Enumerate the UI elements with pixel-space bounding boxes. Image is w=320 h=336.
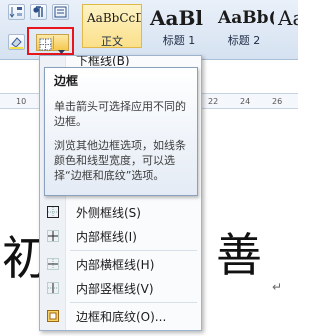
inside-vertical-border-icon: [46, 281, 60, 295]
style-label: 标题 1: [162, 34, 196, 47]
show-hide-marks-icon[interactable]: [30, 4, 47, 20]
outside-borders-icon: [46, 205, 60, 219]
ruler-number: 10: [16, 97, 27, 106]
paragraph-mark: ↵: [272, 280, 283, 294]
menu-item-label: 内部竖框线(V): [76, 282, 154, 296]
menu-item-inside-horizontal[interactable]: 内部横框线(H): [40, 253, 201, 275]
style-label: 正文: [101, 35, 123, 48]
menu-item-label: 边框和底纹(O)...: [76, 310, 167, 324]
style-preview: AaBb(: [218, 8, 274, 28]
menu-item-bottom-border[interactable]: 下框线(B): [40, 56, 201, 66]
tooltip-paragraph: 浏览其他边框选项，如线条颜色和线型宽度，可以选择“边框和底纹”选项。: [54, 139, 186, 182]
menu-item-label: 外侧框线(S): [76, 206, 141, 220]
style-label: 标题 2: [227, 34, 261, 47]
sort-icon[interactable]: [8, 4, 25, 20]
menu-item-label: 内部横框线(H): [76, 258, 155, 272]
style-preview: AaBbCcDd: [87, 11, 141, 25]
menu-item-inside-borders[interactable]: 内部框线(I): [40, 225, 201, 247]
style-heading-2[interactable]: AaBb( 标题 2: [214, 4, 274, 48]
menu-item-label: 内部框线(I): [76, 230, 137, 244]
style-preview: AaBl: [150, 6, 203, 30]
menu-separator: [70, 302, 197, 303]
style-title[interactable]: Aa: [276, 4, 298, 48]
menu-item-inside-vertical[interactable]: 内部竖框线(V): [40, 277, 201, 299]
show-paragraph-icon[interactable]: [52, 4, 69, 20]
styles-gallery: AaBbCcDd 正文 AaBl 标题 1 AaBb( 标题 2 Aa: [80, 0, 298, 60]
borders-tooltip: 边框 单击箭头可选择应用不同的边框。 浏览其他边框选项，如线条颜色和线型宽度，可…: [44, 67, 198, 196]
menu-item-outside-borders[interactable]: 外侧框线(S): [40, 201, 201, 223]
borders-and-shading-icon: [46, 309, 60, 323]
style-normal[interactable]: AaBbCcDd 正文: [82, 4, 142, 48]
style-heading-1[interactable]: AaBl 标题 1: [146, 4, 212, 48]
borders-split-button[interactable]: [36, 34, 69, 54]
menu-separator: [70, 250, 197, 251]
inside-borders-icon: [46, 229, 60, 243]
ruler-number: 22: [208, 97, 219, 106]
menu-item-borders-and-shading[interactable]: 边框和底纹(O)...: [40, 305, 201, 327]
ruler-number: 24: [240, 97, 251, 106]
tooltip-paragraph: 单击箭头可选择应用不同的边框。: [54, 100, 186, 128]
inside-horizontal-border-icon: [46, 257, 60, 271]
document-char: 善: [216, 228, 262, 282]
shading-icon[interactable]: [8, 34, 25, 50]
ribbon: AaBbCcDd 正文 AaBl 标题 1 AaBb( 标题 2 Aa: [0, 0, 298, 60]
borders-grid-icon[interactable]: [39, 36, 52, 55]
menu-item-label: 下框线(B): [76, 56, 130, 66]
tooltip-title: 边框: [54, 74, 79, 88]
style-preview: Aa: [278, 6, 298, 30]
ruler-number: 26: [272, 97, 283, 106]
